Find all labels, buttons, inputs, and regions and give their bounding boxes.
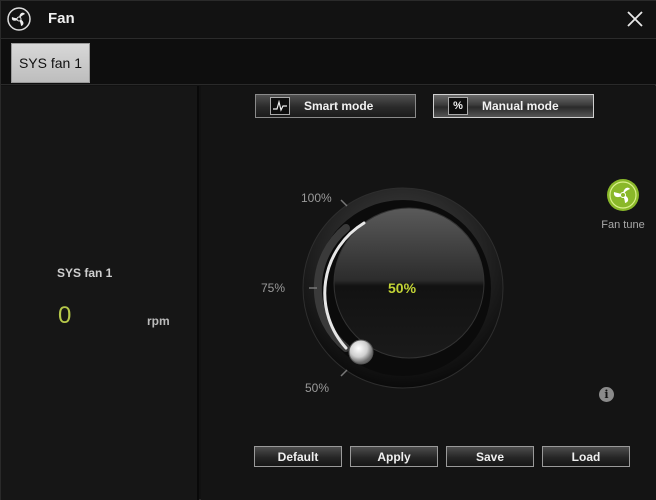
apply-button[interactable]: Apply [350,446,438,467]
dial-min-label: 50% [305,381,330,395]
rpm-unit: rpm [147,314,170,328]
fan-icon [7,7,31,31]
fan-name-label: SYS fan 1 [57,266,113,280]
save-button[interactable]: Save [446,446,534,467]
fan-tune-button[interactable]: Fan tune [593,178,653,231]
fan-status-panel: SYS fan 1 0 rpm [1,86,199,500]
rpm-value: 0 [58,302,72,329]
dial-knob[interactable] [348,339,374,365]
fan-tune-icon [607,179,639,211]
fan-tune-label: Fan tune [601,219,645,231]
fan-speed-dial[interactable] [201,86,656,406]
close-icon[interactable] [625,9,645,29]
tick-max [340,199,348,207]
info-icon[interactable]: i [599,387,614,402]
fan-window: Fan SYS fan 1 SYS fan 1 0 rpm Smart mode… [0,0,656,500]
load-button[interactable]: Load [542,446,630,467]
dial-mid-label: 75% [261,281,286,295]
tab-bar: SYS fan 1 [1,39,656,85]
title-bar: Fan [1,1,656,39]
window-title: Fan [48,10,75,27]
fan-control-area: Smart mode % Manual mode 100% 75% 50% 50… [201,86,656,500]
dial-max-label: 100% [301,191,332,205]
fan-speed-value: 50% [388,280,417,296]
tick-min [340,369,348,377]
tab-sys-fan-1[interactable]: SYS fan 1 [11,43,90,83]
default-button[interactable]: Default [254,446,342,467]
